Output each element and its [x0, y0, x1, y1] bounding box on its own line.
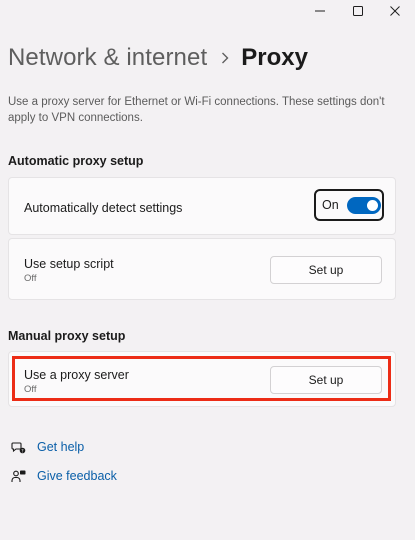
toggle-switch[interactable]	[346, 196, 381, 214]
proxy-server-setup-button[interactable]: Set up	[270, 366, 382, 394]
toggle-state-label: On	[322, 198, 339, 212]
proxy-server-status: Off	[24, 384, 37, 395]
close-icon	[390, 6, 400, 16]
chevron-right-icon	[221, 52, 229, 64]
setup-script-label: Use setup script	[24, 257, 114, 271]
get-help-text[interactable]: Get help	[37, 440, 84, 454]
minimize-icon	[315, 10, 325, 12]
section-title-manual: Manual proxy setup	[8, 329, 126, 343]
maximize-button[interactable]	[341, 0, 375, 22]
detect-settings-card: Automatically detect settings On	[8, 177, 396, 235]
close-button[interactable]	[378, 0, 412, 22]
title-bar	[0, 0, 415, 24]
setup-script-status: Off	[24, 273, 37, 284]
maximize-icon	[353, 6, 363, 16]
give-feedback-text[interactable]: Give feedback	[37, 469, 117, 483]
proxy-server-label: Use a proxy server	[24, 368, 129, 382]
detect-settings-toggle[interactable]: On	[314, 189, 384, 221]
proxy-server-card: Use a proxy server Off Set up	[8, 351, 396, 407]
setup-script-card: Use setup script Off Set up	[8, 238, 396, 300]
detect-settings-label: Automatically detect settings	[24, 201, 183, 215]
feedback-icon	[10, 468, 26, 484]
toggle-knob	[366, 199, 378, 211]
page-title: Proxy	[241, 44, 308, 71]
breadcrumb: Network & internet Proxy	[8, 44, 308, 72]
breadcrumb-network-internet[interactable]: Network & internet	[8, 44, 207, 72]
help-chat-icon: ?	[10, 439, 26, 455]
section-title-automatic: Automatic proxy setup	[8, 154, 144, 168]
get-help-link[interactable]: ? Get help	[10, 439, 84, 455]
page-description: Use a proxy server for Ethernet or Wi-Fi…	[8, 96, 385, 124]
setup-script-button[interactable]: Set up	[270, 256, 382, 284]
minimize-button[interactable]	[303, 0, 337, 22]
give-feedback-link[interactable]: Give feedback	[10, 468, 117, 484]
